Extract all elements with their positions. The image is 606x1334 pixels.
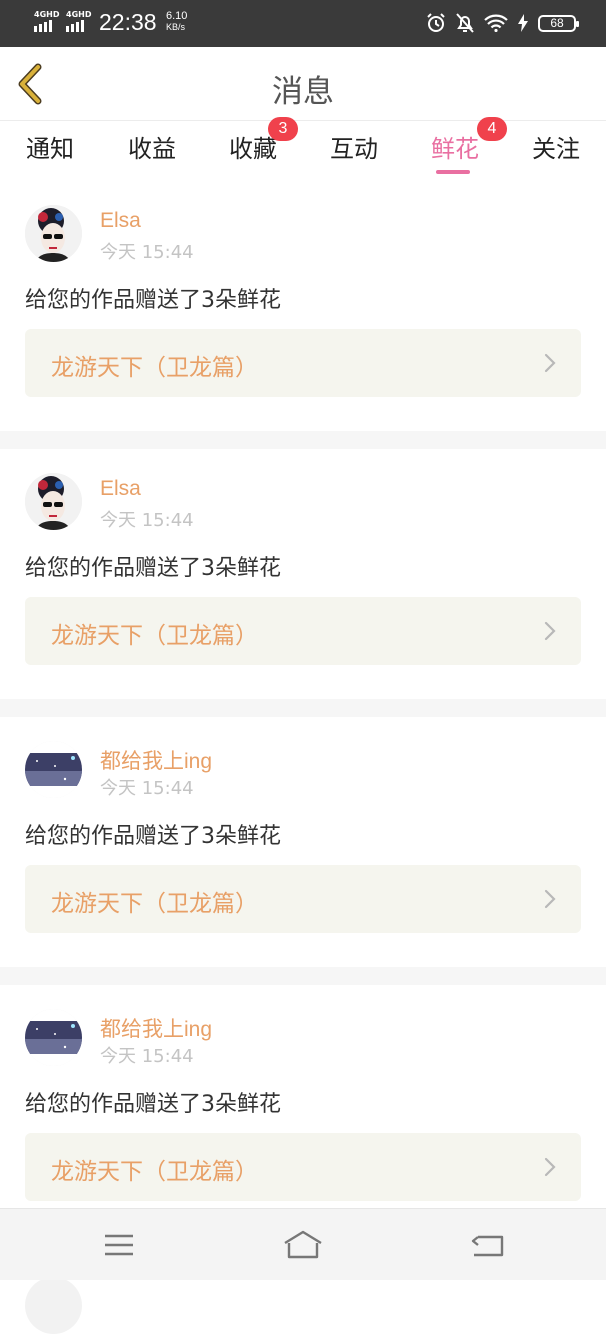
message-time: 今天 15:44 [100, 774, 194, 800]
menu-button[interactable] [99, 1229, 139, 1261]
work-title: 龙游天下（卫龙篇） [51, 1152, 258, 1186]
woman-portrait-icon [25, 205, 82, 262]
message-text: 给您的作品赠送了3朵鲜花 [25, 282, 281, 314]
signal-1-icon: 4GHD [34, 12, 52, 32]
tab-label: 关注 [532, 135, 580, 163]
tab-label: 通知 [26, 135, 74, 163]
username[interactable]: 都给我上ing [100, 1013, 212, 1043]
app-header: 消息 [0, 47, 606, 121]
system-nav-bar [0, 1208, 606, 1280]
speed-unit: KB/s [166, 22, 187, 33]
work-title: 龙游天下（卫龙篇） [51, 884, 258, 918]
tab-earnings[interactable]: 收益 [112, 129, 192, 164]
tab-bar: 通知 收益 收藏 3 互动 鲜花 4 关注 [0, 121, 606, 181]
flowers-count-badge: 4 [477, 117, 507, 141]
home-button[interactable] [283, 1229, 323, 1261]
message-text: 给您的作品赠送了3朵鲜花 [25, 550, 281, 582]
home-icon [283, 1229, 323, 1261]
message-time: 今天 15:44 [100, 238, 194, 264]
tab-notifications[interactable]: 通知 [10, 129, 90, 164]
divider [0, 699, 606, 717]
tab-flowers[interactable]: 鲜花 4 [415, 129, 495, 164]
active-tab-indicator [436, 170, 470, 174]
page-title: 消息 [0, 66, 606, 111]
user-avatar[interactable] [25, 473, 82, 530]
work-link-button[interactable]: 龙游天下（卫龙篇） [25, 1133, 581, 1201]
tab-label: 收益 [128, 135, 176, 163]
message-text: 给您的作品赠送了3朵鲜花 [25, 818, 281, 850]
message-list: Elsa 今天 15:44 给您的作品赠送了3朵鲜花 龙游天下（卫龙篇） Els… [0, 181, 606, 1293]
alarm-icon [426, 13, 446, 33]
chevron-right-icon [543, 621, 557, 641]
work-link-button[interactable]: 龙游天下（卫龙篇） [25, 597, 581, 665]
night-sky-icon [25, 741, 82, 798]
night-sky-icon [25, 1009, 82, 1066]
return-icon [468, 1229, 508, 1261]
favorites-count-badge: 3 [268, 117, 298, 141]
work-title: 龙游天下（卫龙篇） [51, 616, 258, 650]
list-item: 都给我上ing 今天 15:44 给您的作品赠送了3朵鲜花 龙游天下（卫龙篇） [0, 717, 606, 967]
menu-icon [99, 1229, 139, 1261]
signal-2-icon: 4GHD [66, 12, 84, 32]
username[interactable]: Elsa [100, 209, 141, 233]
tab-following[interactable]: 关注 [516, 129, 596, 164]
user-avatar[interactable] [25, 1277, 82, 1334]
work-title: 龙游天下（卫龙篇） [51, 348, 258, 382]
woman-portrait-icon [25, 473, 82, 530]
user-avatar[interactable] [25, 1009, 82, 1066]
list-item: 都给我上ing 今天 15:44 给您的作品赠送了3朵鲜花 龙游天下（卫龙篇） [0, 985, 606, 1235]
network-speed: 6.10 KB/s [166, 11, 187, 33]
status-time: 22:38 [99, 9, 157, 36]
list-item: Elsa 今天 15:44 给您的作品赠送了3朵鲜花 龙游天下（卫龙篇） [0, 181, 606, 431]
message-time: 今天 15:44 [100, 1042, 194, 1068]
chevron-right-icon [543, 353, 557, 373]
user-avatar[interactable] [25, 205, 82, 262]
network-type-1: 4GHD [34, 10, 59, 19]
tab-interactions[interactable]: 互动 [314, 129, 394, 164]
chevron-right-icon [543, 889, 557, 909]
back-nav-button[interactable] [468, 1229, 508, 1261]
divider [0, 431, 606, 449]
chevron-right-icon [543, 1157, 557, 1177]
tab-favorites[interactable]: 收藏 3 [213, 129, 293, 164]
charging-icon [518, 14, 528, 32]
username[interactable]: Elsa [100, 477, 141, 501]
user-avatar[interactable] [25, 741, 82, 798]
work-link-button[interactable]: 龙游天下（卫龙篇） [25, 865, 581, 933]
tab-label: 收藏 [229, 135, 277, 163]
username[interactable]: 都给我上ing [100, 745, 212, 775]
message-text: 给您的作品赠送了3朵鲜花 [25, 1086, 281, 1118]
network-type-2: 4GHD [66, 10, 91, 19]
speed-value: 6.10 [166, 10, 187, 22]
wifi-icon [484, 14, 508, 32]
list-item: Elsa 今天 15:44 给您的作品赠送了3朵鲜花 龙游天下（卫龙篇） [0, 449, 606, 699]
mute-bell-icon [456, 13, 474, 33]
message-time: 今天 15:44 [100, 506, 194, 532]
status-bar: 4GHD 4GHD 22:38 6.10 KB/s 68 [0, 0, 606, 47]
tab-label: 互动 [330, 135, 378, 163]
battery-icon: 68 [538, 15, 576, 32]
divider [0, 967, 606, 985]
work-link-button[interactable]: 龙游天下（卫龙篇） [25, 329, 581, 397]
tab-label: 鲜花 [431, 135, 479, 163]
